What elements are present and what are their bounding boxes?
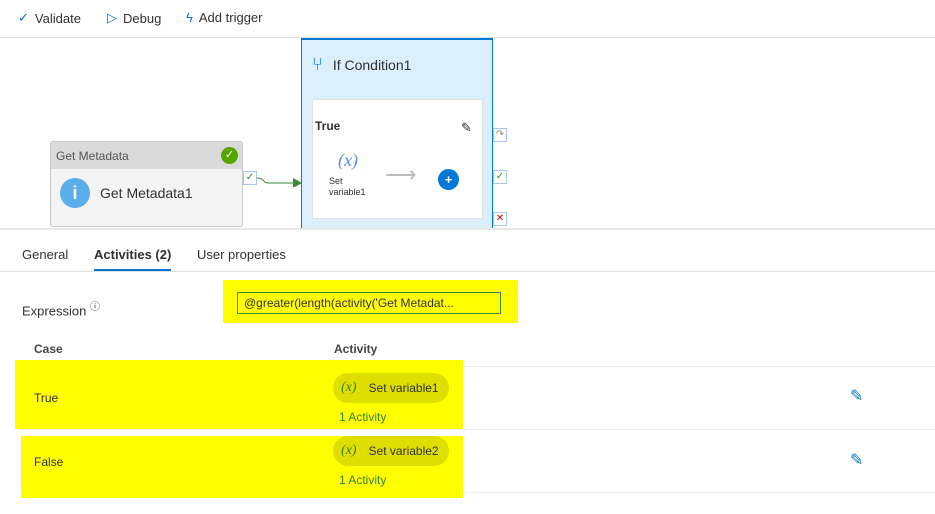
pipeline-canvas[interactable]: Get Metadata ✓ i Get Metadata1 ✓ ⑂ If Co… bbox=[0, 38, 935, 230]
activity-count: 1 Activity bbox=[339, 410, 387, 424]
edit-icon[interactable]: ✎ bbox=[850, 450, 863, 470]
activity-pill[interactable]: (x) Set variable2 bbox=[333, 436, 449, 466]
activity-pill[interactable]: (x) Set variable1 bbox=[333, 373, 449, 403]
play-icon: ▷ bbox=[107, 10, 117, 25]
column-header-case: Case bbox=[34, 342, 63, 356]
completion-output-handle[interactable]: ↷ bbox=[493, 128, 507, 142]
edit-icon[interactable]: ✎ bbox=[461, 120, 472, 136]
dependency-arrow bbox=[257, 177, 302, 187]
if-condition-activity[interactable]: ⑂ If Condition1 True ✎ (x) Set variable1 … bbox=[301, 38, 493, 228]
tab-user-properties[interactable]: User properties bbox=[197, 247, 286, 262]
variable-icon: (x) bbox=[341, 443, 357, 458]
get-metadata-activity[interactable]: Get Metadata ✓ i Get Metadata1 bbox=[50, 141, 243, 227]
variable-icon: (x) bbox=[338, 150, 358, 170]
info-icon: ⓘ bbox=[89, 302, 100, 313]
check-icon: ✓ bbox=[18, 10, 29, 25]
arrow-icon: ⟶ bbox=[385, 162, 417, 187]
tab-activities[interactable]: Activities (2) bbox=[94, 247, 172, 271]
branch-icon: ⑂ bbox=[312, 54, 323, 74]
inner-activity-label[interactable]: Set variable1 bbox=[329, 176, 366, 198]
branch-label: True bbox=[315, 119, 341, 133]
true-branch-panel: True ✎ (x) Set variable1 ⟶ + bbox=[312, 99, 483, 219]
toolbar: ✓ Validate ▷ Debug ϟ Add trigger bbox=[0, 0, 935, 38]
validate-button[interactable]: ✓ Validate bbox=[18, 10, 81, 26]
variable-icon: (x) bbox=[341, 380, 357, 395]
activity-count: 1 Activity bbox=[339, 473, 387, 487]
case-name: False bbox=[34, 455, 64, 469]
add-activity-button[interactable]: + bbox=[438, 169, 459, 190]
activity-name: If Condition1 bbox=[332, 56, 412, 73]
edit-icon[interactable]: ✎ bbox=[850, 386, 863, 406]
success-icon: ✓ bbox=[221, 147, 238, 164]
failure-output-handle[interactable]: ✕ bbox=[493, 212, 507, 226]
expression-input[interactable]: @greater(length(activity('Get Metadat... bbox=[237, 292, 501, 314]
success-output-handle[interactable]: ✓ bbox=[243, 171, 257, 185]
add-trigger-button[interactable]: ϟ Add trigger bbox=[186, 10, 262, 25]
success-output-handle[interactable]: ✓ bbox=[493, 170, 507, 184]
lightning-icon: ϟ bbox=[186, 10, 193, 25]
tab-general[interactable]: General bbox=[22, 247, 68, 262]
properties-tabs: General Activities (2) User properties bbox=[0, 240, 935, 272]
column-header-activity: Activity bbox=[334, 342, 378, 356]
debug-button[interactable]: ▷ Debug bbox=[107, 10, 161, 26]
info-icon: i bbox=[60, 178, 90, 208]
activity-type-label: Get Metadata bbox=[56, 149, 129, 163]
activity-name: Get Metadata1 bbox=[100, 185, 193, 201]
expression-label: Expression ⓘ bbox=[22, 302, 100, 319]
case-name: True bbox=[34, 391, 59, 405]
